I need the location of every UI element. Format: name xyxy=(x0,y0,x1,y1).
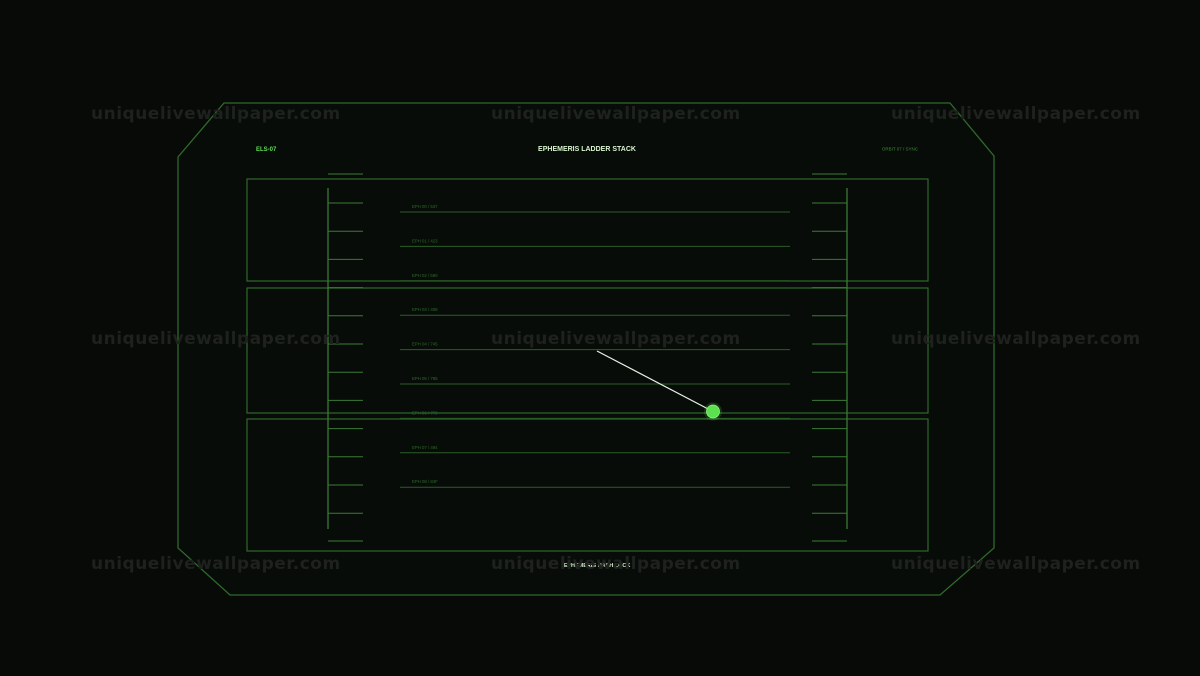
watermark-3: uniquelivewallpaper.com xyxy=(891,104,1141,124)
rung-label: EPH 05 / 795 xyxy=(412,376,438,381)
watermark-7: uniquelivewallpaper.com xyxy=(91,554,341,574)
watermark-5: uniquelivewallpaper.com xyxy=(491,329,741,349)
rung-label: EPH 08 / 84F xyxy=(412,479,438,484)
rung-label: EPH 01 / 423 xyxy=(412,238,438,243)
locator-node[interactable] xyxy=(706,404,720,419)
watermark-9: uniquelivewallpaper.com xyxy=(891,554,1141,574)
outer-frame xyxy=(177,102,995,596)
watermark-2: uniquelivewallpaper.com xyxy=(491,104,741,124)
rung-label: EPH 02 / 590 xyxy=(412,273,438,278)
rung-label: EPH 07 / 494 xyxy=(412,445,438,450)
watermark-8: uniquelivewallpaper.com xyxy=(491,554,741,574)
left-code: ELS-07 xyxy=(256,147,277,153)
rung-label: EPH 06 / 779 xyxy=(412,410,438,415)
right-status: ORBIT 07 / SYNC xyxy=(882,147,919,152)
watermark-6: uniquelivewallpaper.com xyxy=(891,329,1141,349)
rung-label: EPH 00 / 537 xyxy=(412,204,438,209)
rung-label: EPH 03 / 408 xyxy=(412,307,438,312)
watermark-1: uniquelivewallpaper.com xyxy=(91,104,341,124)
rung-label: EPH 04 / 745 xyxy=(412,342,438,347)
watermark-4: uniquelivewallpaper.com xyxy=(91,329,341,349)
page-title: EPHEMERIS LADDER STACK xyxy=(538,146,636,153)
